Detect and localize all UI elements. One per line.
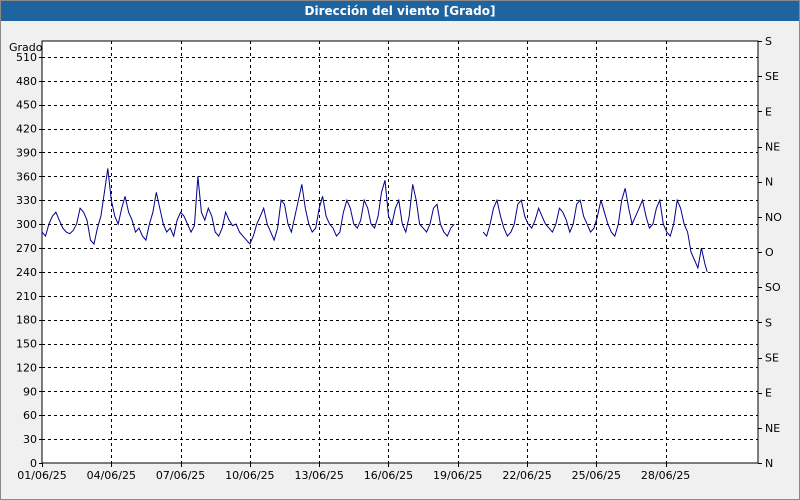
right-tick-label: NE [765, 422, 780, 435]
right-tick-label: S [765, 316, 772, 329]
y-tick-label: 120 [16, 361, 37, 374]
y-tick-label: 60 [23, 409, 37, 422]
wind-direction-chart: 0306090120150180210240270300330360390420… [9, 35, 782, 482]
x-tick-label: 28/06/25 [641, 469, 690, 482]
x-tick-label: 19/06/25 [433, 469, 482, 482]
x-tick-label: 01/06/25 [17, 469, 66, 482]
right-tick-label: NO [765, 211, 782, 224]
y-tick-label: 420 [16, 123, 37, 136]
y-tick-label: 480 [16, 75, 37, 88]
y-tick-label: 330 [16, 194, 37, 207]
right-tick-label: NE [765, 141, 780, 154]
right-tick-label: SE [765, 352, 779, 365]
y-tick-label: 300 [16, 218, 37, 231]
right-tick-label: N [765, 457, 773, 470]
y-tick-label: 90 [23, 385, 37, 398]
right-tick-label: E [765, 105, 772, 118]
x-tick-label: 13/06/25 [294, 469, 343, 482]
right-tick-label: S [765, 35, 772, 48]
y-tick-label: 360 [16, 170, 37, 183]
right-tick-label: N [765, 176, 773, 189]
y-tick-label: 180 [16, 314, 37, 327]
x-tick-label: 25/06/25 [572, 469, 621, 482]
x-tick-label: 04/06/25 [87, 469, 136, 482]
y-tick-label: 30 [23, 433, 37, 446]
right-tick-label: SE [765, 70, 779, 83]
x-tick-label: 07/06/25 [156, 469, 205, 482]
y-tick-label: 210 [16, 290, 37, 303]
plot-area [41, 40, 759, 464]
right-tick-label: E [765, 387, 772, 400]
chart-title: Dirección del viento [Grado] [1, 1, 799, 21]
y-tick-label: 150 [16, 338, 37, 351]
y-axis-label: Grado [9, 41, 43, 54]
x-tick-label: 16/06/25 [364, 469, 413, 482]
x-tick-label: 22/06/25 [502, 469, 551, 482]
chart-window: Dirección del viento [Grado] 0 30 60 90 120 1… [0, 0, 800, 500]
y-tick-label: 450 [16, 99, 37, 112]
x-tick-label: 10/06/25 [225, 469, 274, 482]
right-tick-label: O [765, 246, 774, 259]
y-tick-label: 390 [16, 146, 37, 159]
right-tick-label: SO [765, 281, 781, 294]
y-tick-label: 240 [16, 266, 37, 279]
y-tick-label: 270 [16, 242, 37, 255]
